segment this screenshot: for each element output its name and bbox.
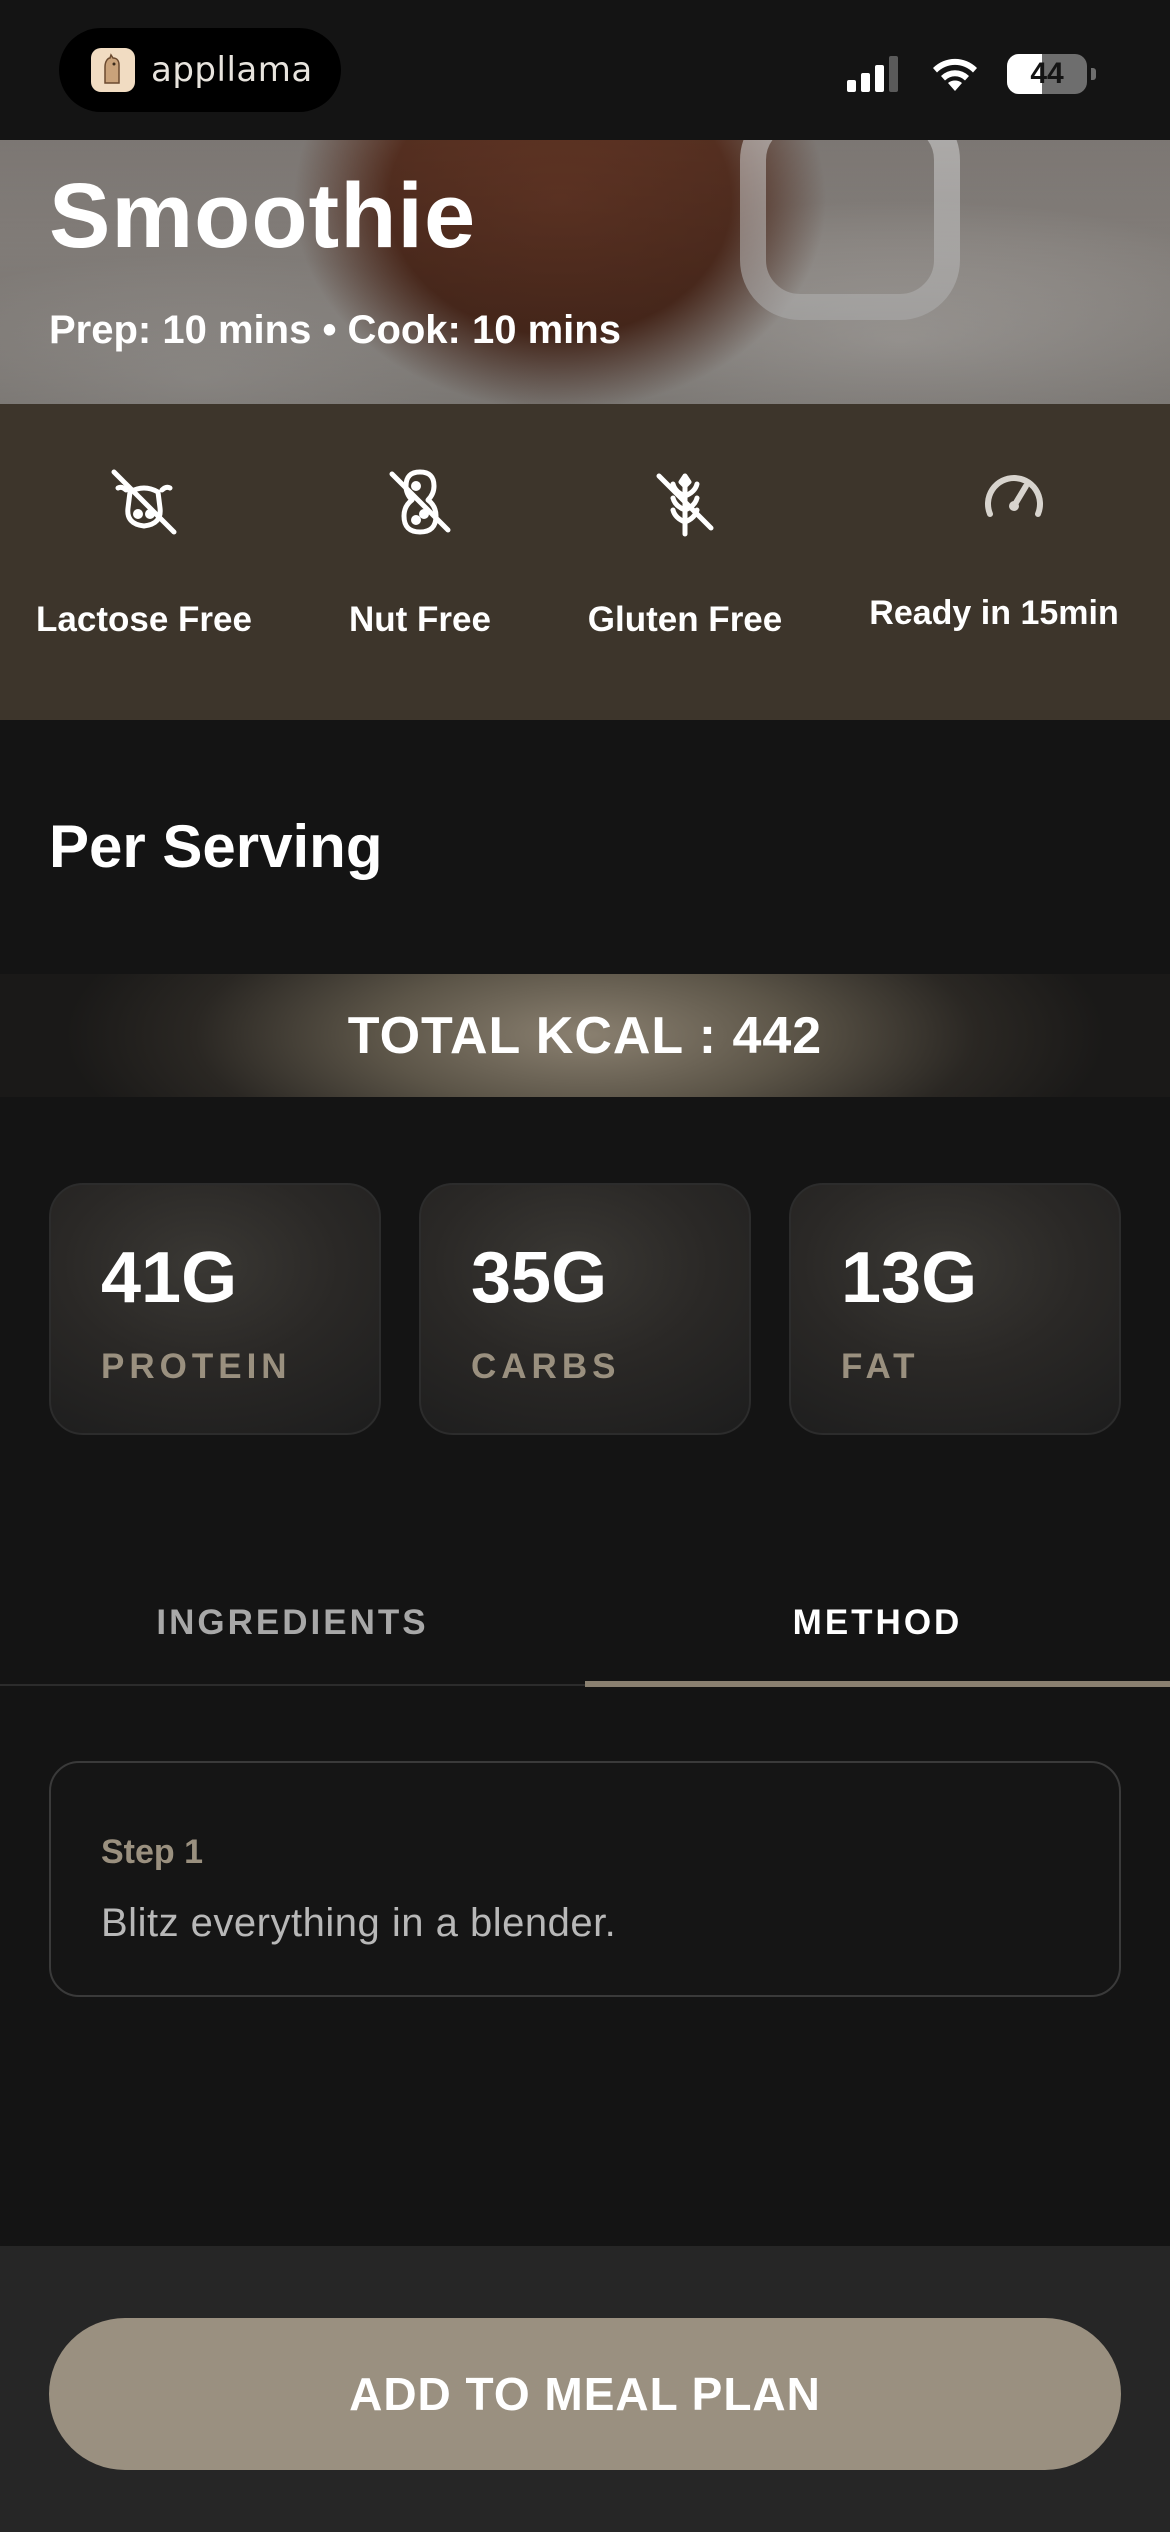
feature-nut-free: Nut Free xyxy=(288,404,552,720)
feature-ready-time: Ready in 15min xyxy=(818,404,1170,720)
recipe-title: Smoothie xyxy=(49,165,477,267)
macro-label: FAT xyxy=(841,1347,920,1386)
feature-label: Ready in 15min xyxy=(869,594,1119,632)
recipe-tabs: INGREDIENTS METHOD xyxy=(0,1560,1170,1687)
tab-method[interactable]: METHOD xyxy=(585,1560,1170,1686)
add-to-meal-plan-button[interactable]: ADD TO MEAL PLAN xyxy=(49,2318,1121,2470)
lactose-free-icon xyxy=(111,469,177,535)
status-icons: 44 xyxy=(847,54,1096,94)
total-kcal: TOTAL KCAL : 442 xyxy=(347,1006,823,1065)
feature-label: Gluten Free xyxy=(587,600,783,639)
feature-gluten-free: Gluten Free xyxy=(552,404,818,720)
macro-value: 41G xyxy=(101,1238,238,1318)
nut-free-icon xyxy=(389,469,451,535)
wifi-icon xyxy=(933,58,977,91)
step-text: Blitz everything in a blender. xyxy=(101,1901,617,1945)
app-badge[interactable]: appllama xyxy=(59,28,341,112)
macro-label: PROTEIN xyxy=(101,1347,292,1386)
macro-value: 35G xyxy=(471,1238,608,1318)
macro-card-fat: 13G FAT xyxy=(789,1183,1121,1435)
recipe-times: Prep: 10 mins • Cook: 10 mins xyxy=(49,308,621,352)
macro-card-protein: 41G PROTEIN xyxy=(49,1183,381,1435)
per-serving-heading: Per Serving xyxy=(49,813,383,880)
status-bar: appllama 44 xyxy=(0,0,1170,140)
feature-label: Lactose Free xyxy=(36,600,252,639)
battery-icon: 44 xyxy=(1007,54,1087,94)
signal-icon xyxy=(847,56,898,92)
battery-tip xyxy=(1091,68,1096,80)
step-title: Step 1 xyxy=(101,1833,204,1871)
bottom-action-bar: ADD TO MEAL PLAN xyxy=(0,2246,1170,2532)
feature-label: Nut Free xyxy=(349,600,491,639)
llama-logo-icon xyxy=(91,48,135,92)
gluten-free-icon xyxy=(656,473,714,537)
macro-label: CARBS xyxy=(471,1347,621,1386)
tab-ingredients[interactable]: INGREDIENTS xyxy=(0,1560,585,1686)
active-tab-indicator xyxy=(585,1681,1170,1687)
speedometer-icon xyxy=(985,475,1043,517)
battery-level: 44 xyxy=(1030,57,1064,90)
total-kcal-banner: TOTAL KCAL : 442 xyxy=(0,974,1170,1097)
method-step-card: Step 1 Blitz everything in a blender. xyxy=(49,1761,1121,1997)
hero-image: Smoothie Prep: 10 mins • Cook: 10 mins xyxy=(0,140,1170,404)
brand-name: appllama xyxy=(151,50,313,90)
feature-lactose-free: Lactose Free xyxy=(0,404,288,720)
dietary-features: Lactose Free Nut Free Gluten Free Ready … xyxy=(0,404,1170,720)
macro-value: 13G xyxy=(841,1238,978,1318)
recipe-screen: appllama 44 Smoothie Prep: 10 mins • Coo… xyxy=(0,0,1170,2532)
macro-card-carbs: 35G CARBS xyxy=(419,1183,751,1435)
